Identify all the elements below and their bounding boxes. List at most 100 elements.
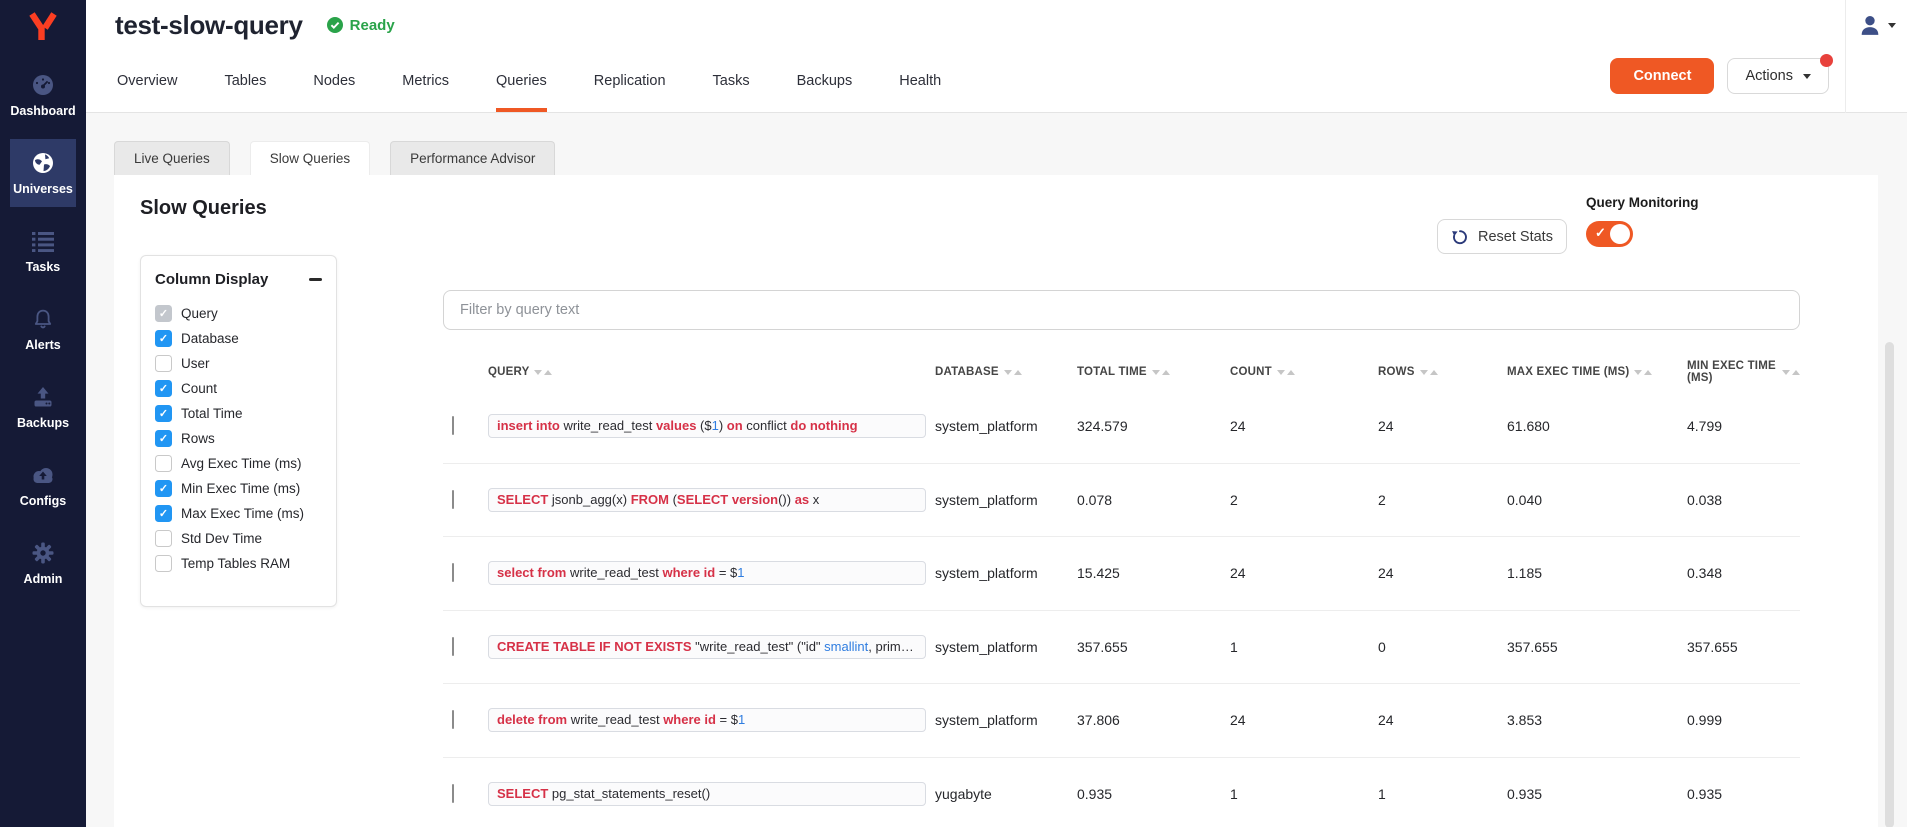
- column-option-database[interactable]: ✓ Database: [155, 326, 322, 351]
- bell-icon: [31, 307, 55, 331]
- checkbox[interactable]: [155, 555, 172, 572]
- checkbox[interactable]: ✓: [155, 380, 172, 397]
- sort-icon[interactable]: [1152, 370, 1170, 375]
- subtab-slow-queries[interactable]: Slow Queries: [250, 141, 370, 175]
- table-row: select from write_read_test where id = $…: [443, 537, 1800, 611]
- tab-backups[interactable]: Backups: [797, 50, 853, 112]
- column-option-rows[interactable]: ✓ Rows: [155, 426, 322, 451]
- column-option-std-dev-time[interactable]: Std Dev Time: [155, 526, 322, 551]
- sidebar-item-admin[interactable]: Admin: [10, 529, 75, 597]
- row-checkbox[interactable]: [452, 710, 454, 729]
- tab-replication[interactable]: Replication: [594, 50, 666, 112]
- connect-button[interactable]: Connect: [1610, 58, 1714, 94]
- yugabyte-logo[interactable]: [25, 9, 61, 45]
- query-token: select from: [497, 565, 566, 580]
- checkbox[interactable]: ✓: [155, 305, 172, 322]
- query-monitoring-toggle[interactable]: ✓: [1586, 221, 1633, 247]
- column-header-query: QUERY: [488, 366, 935, 378]
- row-checkbox[interactable]: [452, 637, 454, 656]
- column-option-label: Max Exec Time (ms): [181, 506, 304, 521]
- max-exec-time-cell: 1.185: [1507, 565, 1687, 581]
- database-cell: system_platform: [935, 639, 1077, 655]
- actions-button[interactable]: Actions: [1727, 58, 1829, 94]
- checkbox[interactable]: [155, 530, 172, 547]
- checkbox[interactable]: ✓: [155, 430, 172, 447]
- gear-icon: [31, 541, 55, 565]
- query-token: 1: [712, 418, 719, 433]
- query-token: x: [809, 492, 819, 507]
- column-option-avg-exec-time-ms-[interactable]: Avg Exec Time (ms): [155, 451, 322, 476]
- universe-header: test-slow-query Ready OverviewTablesNode…: [86, 0, 1907, 113]
- row-checkbox[interactable]: [452, 416, 454, 435]
- query-token: = $: [715, 565, 737, 580]
- column-option-user[interactable]: User: [155, 351, 322, 376]
- tab-tables[interactable]: Tables: [224, 50, 266, 112]
- sidebar-item-alerts[interactable]: Alerts: [10, 295, 75, 363]
- sort-icon[interactable]: [1277, 370, 1295, 375]
- tab-nodes[interactable]: Nodes: [313, 50, 355, 112]
- sidebar-item-label: Alerts: [25, 338, 60, 352]
- sort-icon[interactable]: [534, 370, 552, 375]
- row-checkbox[interactable]: [452, 563, 454, 582]
- tab-queries[interactable]: Queries: [496, 50, 547, 112]
- query-cell[interactable]: SELECT pg_stat_statements_reset(): [488, 782, 926, 806]
- tab-metrics[interactable]: Metrics: [402, 50, 449, 112]
- query-cell[interactable]: select from write_read_test where id = $…: [488, 561, 926, 585]
- checkbox[interactable]: ✓: [155, 405, 172, 422]
- toggle-check-icon: ✓: [1595, 225, 1606, 241]
- query-token: write_read_test: [560, 418, 656, 433]
- row-checkbox[interactable]: [452, 490, 454, 509]
- actions-label: Actions: [1745, 68, 1793, 84]
- sort-icon[interactable]: [1004, 370, 1022, 375]
- collapse-minus-icon[interactable]: [309, 278, 322, 281]
- column-option-max-exec-time-ms-[interactable]: ✓ Max Exec Time (ms): [155, 501, 322, 526]
- backup-icon: [31, 385, 55, 409]
- subtab-live-queries[interactable]: Live Queries: [114, 141, 230, 175]
- column-option-temp-tables-ram[interactable]: Temp Tables RAM: [155, 551, 322, 576]
- vertical-scrollbar[interactable]: [1885, 342, 1894, 827]
- slow-queries-panel: Slow Queries Reset Stats Query Monitorin…: [114, 175, 1878, 827]
- query-filter-input[interactable]: [443, 290, 1800, 330]
- query-token: = $: [716, 712, 738, 727]
- checkbox[interactable]: [155, 355, 172, 372]
- query-token: conflict: [743, 418, 791, 433]
- tab-health[interactable]: Health: [899, 50, 941, 112]
- sort-icon[interactable]: [1634, 370, 1652, 375]
- query-token: write_read_test: [566, 565, 662, 580]
- checkbox[interactable]: ✓: [155, 330, 172, 347]
- user-menu[interactable]: [1845, 0, 1907, 113]
- column-header-count: COUNT: [1230, 366, 1378, 378]
- query-cell[interactable]: SELECT jsonb_agg(x) FROM (SELECT version…: [488, 488, 926, 512]
- rows-cell: 1: [1378, 786, 1507, 802]
- sidebar-item-backups[interactable]: Backups: [10, 373, 75, 441]
- checkbox[interactable]: ✓: [155, 480, 172, 497]
- database-cell: system_platform: [935, 712, 1077, 728]
- checkbox[interactable]: [155, 455, 172, 472]
- sort-icon[interactable]: [1420, 370, 1438, 375]
- rows-cell: 0: [1378, 639, 1507, 655]
- reset-stats-button[interactable]: Reset Stats: [1437, 219, 1567, 254]
- query-token: 1: [737, 565, 744, 580]
- tab-tasks[interactable]: Tasks: [713, 50, 750, 112]
- checkbox[interactable]: ✓: [155, 505, 172, 522]
- globe-icon: [31, 151, 55, 175]
- sidebar-item-configs[interactable]: Configs: [10, 451, 75, 519]
- query-cell[interactable]: delete from write_read_test where id = $…: [488, 708, 926, 732]
- column-header-label: TOTAL TIME: [1077, 366, 1147, 378]
- column-option-label: Database: [181, 331, 239, 346]
- column-header-label: ROWS: [1378, 366, 1415, 378]
- app-window: Dashboard Universes Tasks Alerts Backups…: [0, 0, 1907, 827]
- column-option-min-exec-time-ms-[interactable]: ✓ Min Exec Time (ms): [155, 476, 322, 501]
- column-option-query[interactable]: ✓ Query: [155, 301, 322, 326]
- row-checkbox[interactable]: [452, 784, 454, 803]
- sidebar-item-universes[interactable]: Universes: [10, 139, 75, 207]
- query-cell[interactable]: CREATE TABLE IF NOT EXISTS "write_read_t…: [488, 635, 926, 659]
- query-cell[interactable]: insert into write_read_test values ($1) …: [488, 414, 926, 438]
- tab-overview[interactable]: Overview: [117, 50, 177, 112]
- column-option-count[interactable]: ✓ Count: [155, 376, 322, 401]
- subtab-performance-advisor[interactable]: Performance Advisor: [390, 141, 555, 175]
- sort-icon[interactable]: [1782, 370, 1800, 375]
- column-option-total-time[interactable]: ✓ Total Time: [155, 401, 322, 426]
- sidebar-item-dashboard[interactable]: Dashboard: [10, 61, 75, 129]
- sidebar-item-tasks[interactable]: Tasks: [10, 217, 75, 285]
